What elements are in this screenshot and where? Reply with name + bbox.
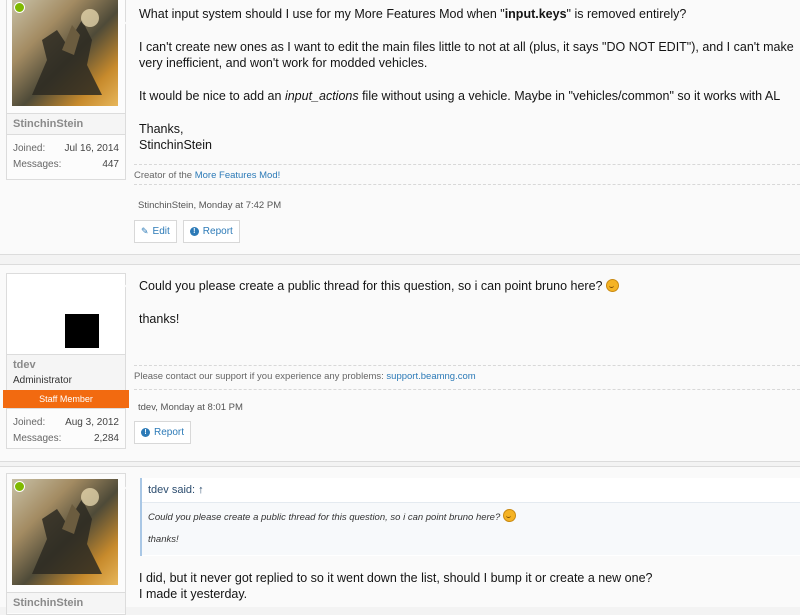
question-key: input.keys [504, 7, 567, 21]
user-panel: StinchinStein Joined: Jul 16, 2014 Messag… [6, 0, 126, 180]
quote-block: tdev said: ↑ Could you please create a p… [140, 478, 800, 556]
smiley-icon [605, 279, 619, 292]
avatar[interactable] [7, 474, 125, 592]
quote-line-1: Could you please create a public thread … [148, 512, 501, 523]
signature: Please contact our support if you experi… [134, 365, 800, 382]
username[interactable]: StinchinStein [7, 113, 125, 134]
post-2: tdev Administrator Staff Member Joined: A… [0, 264, 800, 462]
report-button[interactable]: ! Report [134, 421, 192, 444]
user-stats: Joined: Jul 16, 2014 Messages: 447 [7, 134, 125, 181]
smiley-icon [502, 509, 516, 522]
message-count: 447 [102, 159, 119, 170]
quote-line-2: thanks! [148, 534, 179, 545]
signoff-name: StinchinStein [139, 138, 212, 152]
user-panel: StinchinStein [6, 473, 126, 615]
para-3-italic: input_actions [284, 89, 359, 103]
para-2a: I can't create new ones as I want to edi… [139, 40, 794, 54]
info-icon: ! [189, 227, 199, 236]
staff-badge: Staff Member [3, 390, 129, 408]
post-actions: ! Report [134, 421, 192, 444]
signature-text: Please contact our support if you experi… [134, 371, 387, 382]
online-status-icon [14, 2, 25, 13]
joined-date: Aug 3, 2012 [65, 417, 119, 428]
post-actions: ✎ Edit ! Report [134, 220, 240, 243]
report-label: Report [154, 427, 185, 438]
pencil-icon: ✎ [141, 226, 149, 236]
avatar-square [65, 314, 99, 348]
para-2b: very inefficient, and won't work for mod… [139, 56, 428, 70]
para-3-post: file without using a vehicle. Maybe in "… [358, 89, 781, 103]
post-body: Could you please create a public thread … [139, 278, 800, 344]
question-post: " is removed entirely? [566, 7, 687, 21]
support-link[interactable]: support.beamng.com [386, 371, 475, 382]
user-stats: Joined: Aug 3, 2012 Messages: 2,284 [7, 408, 125, 455]
signature-text: Creator of the [134, 170, 195, 181]
info-icon: ! [141, 428, 150, 437]
quote-header[interactable]: tdev said: ↑ [142, 478, 800, 503]
username[interactable]: tdev [7, 354, 125, 375]
quote-body: Could you please create a public thread … [142, 503, 800, 555]
post-meta: tdev, Monday at 8:01 PM [138, 402, 243, 413]
post-body: I did, but it never got replied to so it… [139, 570, 800, 602]
report-button[interactable]: ! Report [182, 220, 240, 243]
edit-label: Edit [152, 226, 170, 237]
avatar[interactable] [7, 0, 125, 113]
question-pre: What input system should I use for my Mo… [139, 7, 505, 21]
avatar[interactable] [7, 274, 125, 354]
messages-label: Messages: [13, 159, 62, 170]
joined-label: Joined: [13, 143, 46, 154]
para-3-pre: It would be nice to add an [139, 89, 285, 103]
divider [134, 184, 800, 185]
divider [134, 389, 800, 390]
messages-label: Messages: [13, 433, 62, 444]
bubble-arrow [124, 279, 134, 293]
username[interactable]: StinchinStein [7, 592, 125, 613]
signature-link[interactable]: More Features Mod! [195, 170, 281, 181]
edit-button[interactable]: ✎ Edit [134, 220, 177, 243]
message-count: 2,284 [93, 433, 119, 444]
post-body: What input system should I use for my Mo… [139, 6, 800, 170]
reply-line-2: thanks! [139, 312, 180, 326]
post-meta: StinchinStein, Monday at 7:42 PM [138, 200, 282, 211]
reply-line-1: I did, but it never got replied to so it… [139, 571, 653, 585]
bubble-arrow [124, 481, 134, 495]
report-label: Report [202, 226, 233, 237]
post-1: StinchinStein Joined: Jul 16, 2014 Messag… [0, 0, 800, 255]
bubble-arrow [124, 16, 134, 30]
joined-label: Joined: [13, 417, 46, 428]
avatar-image [12, 0, 118, 106]
avatar-image [12, 479, 118, 585]
reply-line-1: Could you please create a public thread … [139, 279, 603, 293]
joined-date: Jul 16, 2014 [64, 143, 120, 154]
user-title: Administrator [7, 375, 125, 390]
thanks-line: Thanks, [139, 122, 184, 136]
signature: Creator of the More Features Mod! [134, 164, 800, 181]
user-panel: tdev Administrator Staff Member Joined: A… [3, 273, 129, 449]
online-status-icon [14, 481, 25, 492]
